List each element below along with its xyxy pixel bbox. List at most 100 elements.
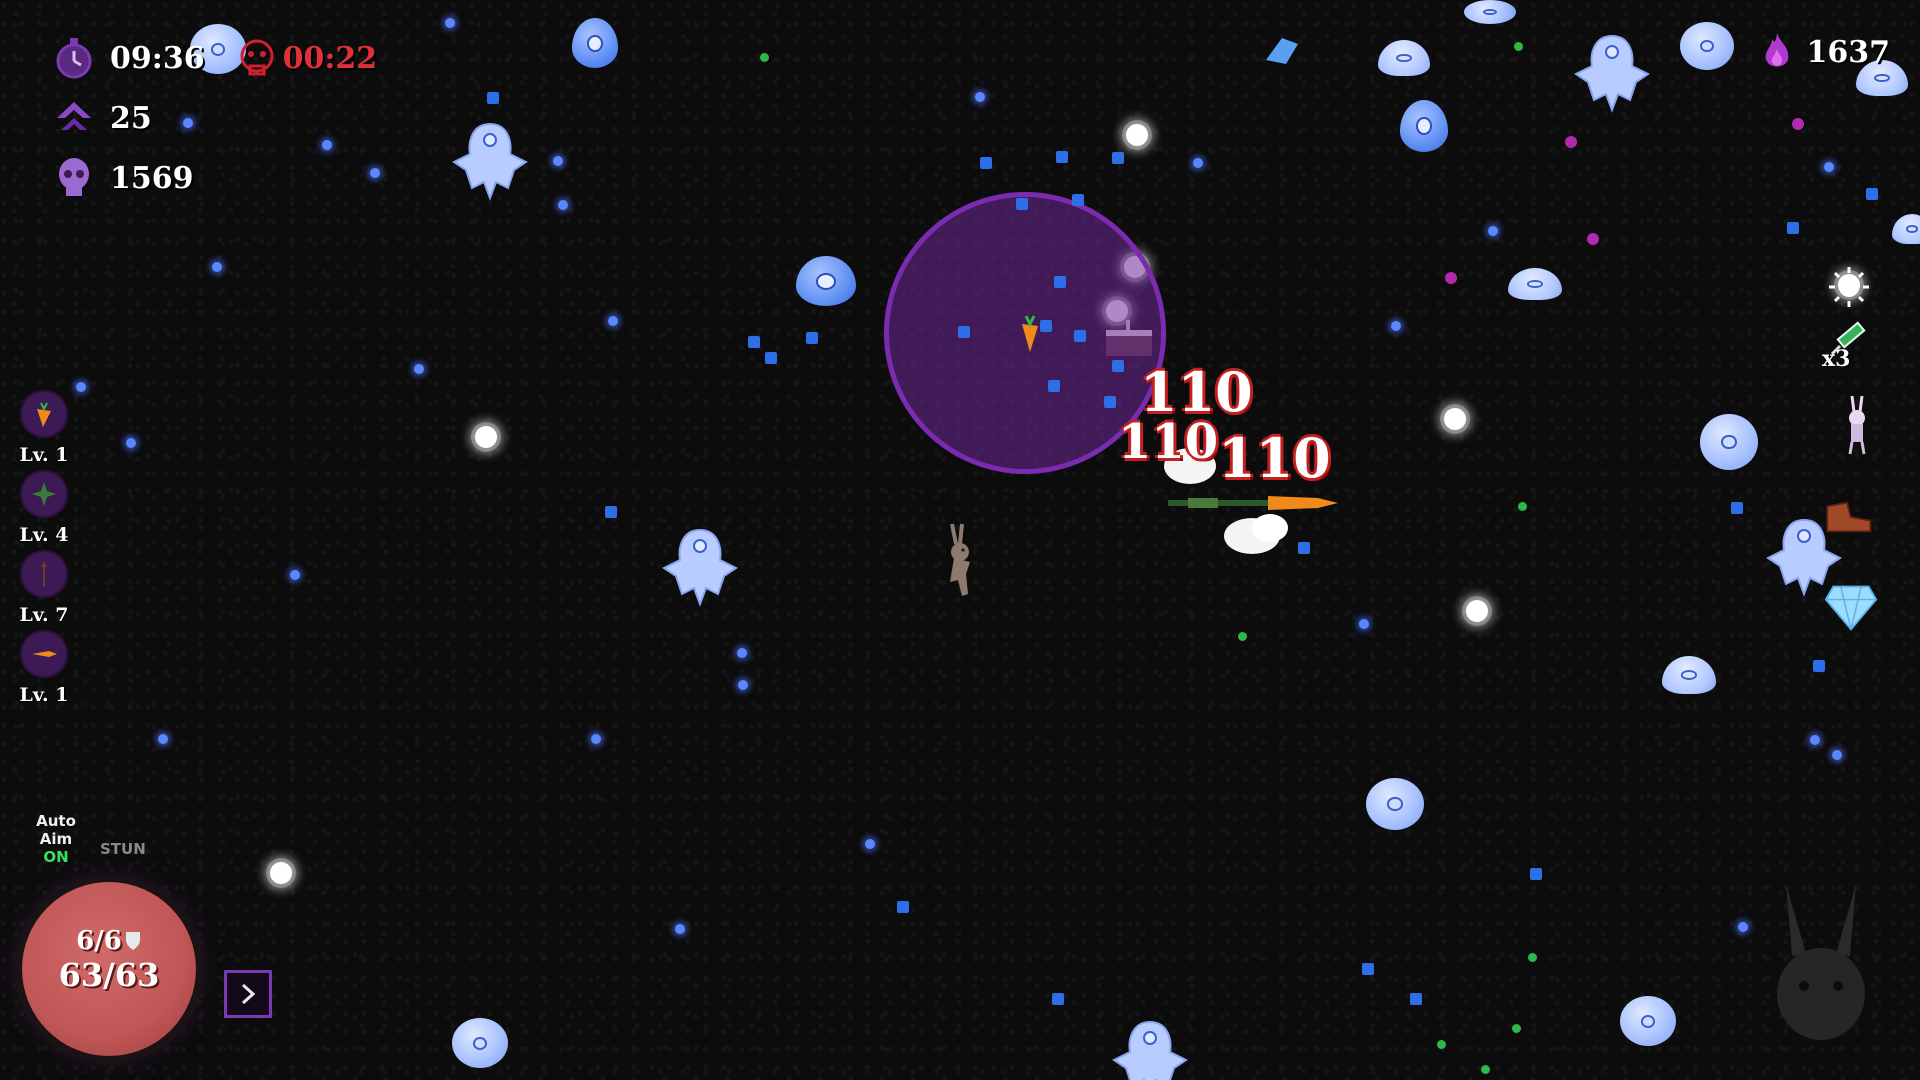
- weapon-level: Lv. 7: [19, 604, 69, 626]
- weapon-slot-1: Lv. 1: [18, 390, 70, 466]
- eye-enemy: [1680, 22, 1734, 70]
- crescent-projectile: [1121, 498, 1136, 523]
- game-viewport: 110 110 110 09:36 00:22 25 1569 1637 Lv.…: [0, 0, 1920, 1080]
- spark: [290, 570, 300, 580]
- xp-gem: [980, 157, 992, 169]
- spark: [1810, 735, 1820, 745]
- health-orb: 6/6 63/63: [22, 882, 196, 1056]
- xp-gem: [1362, 963, 1374, 975]
- xp-gem: [1112, 152, 1124, 164]
- xp-gem-small: [1437, 1040, 1446, 1049]
- xp-gem: [806, 332, 818, 344]
- purple-flame-icon: [1755, 30, 1799, 74]
- spark: [183, 118, 193, 128]
- ghost-enemy: [452, 122, 528, 201]
- xp-gem-small: [1518, 502, 1527, 511]
- spark: [445, 18, 455, 28]
- danger-timer: 00:22: [282, 40, 378, 76]
- spark: [370, 168, 380, 178]
- spark: [737, 648, 747, 658]
- auto-aim-toggle[interactable]: Auto Aim ON: [26, 812, 86, 866]
- xp-gem: [1054, 276, 1066, 288]
- diamond-icon: [1824, 580, 1878, 634]
- drop-enemy: [1400, 100, 1448, 152]
- xp-gem: [1530, 868, 1542, 880]
- eye-enemy: [1464, 0, 1516, 24]
- carrot-orbital: [1022, 315, 1038, 352]
- leaf-cross-icon: [20, 470, 68, 518]
- auto-aim-label: Auto: [36, 812, 76, 830]
- spark: [126, 438, 136, 448]
- sun-icon: [1822, 260, 1876, 314]
- xp-gem: [1048, 380, 1060, 392]
- xp-gem: [1813, 660, 1825, 672]
- drop-enemy: [796, 256, 856, 306]
- spark: [975, 92, 985, 102]
- game-timer: 09:36: [110, 40, 205, 76]
- level-row: 25: [52, 96, 152, 140]
- xp-gem: [487, 92, 499, 104]
- xp-gem: [1016, 198, 1028, 210]
- light-burst: [1466, 600, 1488, 622]
- player-rabbit: [950, 523, 970, 596]
- xp-gem-small: [1512, 1024, 1521, 1033]
- hp-value: 63/63: [58, 956, 160, 994]
- shard-enemy: [1266, 38, 1298, 64]
- chevron-right-icon: [241, 983, 256, 1005]
- smoke-cloud: [1224, 514, 1288, 554]
- spark: [212, 262, 222, 272]
- armor-value: 6/6: [76, 926, 122, 956]
- item-stack-count: x3: [1822, 346, 1851, 372]
- slime-enemy: [1662, 656, 1716, 694]
- rabbit-portrait-icon: [1777, 884, 1865, 1040]
- xp-gem: [765, 352, 777, 364]
- xp-gem: [1787, 222, 1799, 234]
- expand-button[interactable]: [224, 970, 272, 1018]
- eye-enemy: [1620, 996, 1676, 1046]
- spark: [1824, 162, 1834, 172]
- xp-gem-small: [1514, 42, 1523, 51]
- light-burst: [1444, 408, 1466, 430]
- danger-skull-icon: [235, 36, 279, 80]
- xp-gem: [1112, 360, 1124, 372]
- soul-gem: [1587, 233, 1599, 245]
- currency-amount: 1637: [1806, 34, 1891, 70]
- boot-icon: [1820, 490, 1874, 544]
- bunny-figure-icon: [1830, 395, 1884, 455]
- spark: [1832, 750, 1842, 760]
- xp-gem-small: [760, 53, 769, 62]
- weapon-level: Lv. 1: [19, 684, 69, 706]
- xp-gem: [1052, 993, 1064, 1005]
- auto-aim-label: Aim: [39, 830, 73, 848]
- weapon-slot-2: Lv. 4: [18, 470, 70, 546]
- xp-gem: [958, 326, 970, 338]
- spark: [1391, 321, 1401, 331]
- spark: [608, 316, 618, 326]
- xp-gem-small: [1481, 1065, 1490, 1074]
- auto-aim-state: ON: [43, 848, 69, 866]
- xp-gem: [605, 506, 617, 518]
- soul-gem: [1792, 118, 1804, 130]
- carrot-bolt-icon: [20, 630, 68, 678]
- eye-enemy: [1700, 414, 1758, 470]
- xp-gem: [1104, 396, 1116, 408]
- spark: [158, 734, 168, 744]
- xp-gem: [1074, 330, 1086, 342]
- xp-gem: [748, 336, 760, 348]
- spark: [553, 156, 563, 166]
- carrot-icon: [20, 390, 68, 438]
- light-burst: [270, 862, 292, 884]
- xp-gem: [1056, 151, 1068, 163]
- spark: [558, 200, 568, 210]
- spark: [414, 364, 424, 374]
- xp-gem: [1072, 194, 1084, 206]
- kill-count: 1569: [110, 160, 194, 196]
- xp-gem: [1298, 542, 1310, 554]
- ghost-enemy: [662, 528, 738, 607]
- xp-gem: [1731, 502, 1743, 514]
- soul-gem: [1445, 272, 1457, 284]
- shield-icon: [125, 932, 140, 950]
- spark: [76, 382, 86, 392]
- spark: [1193, 158, 1203, 168]
- soul-gem: [1565, 136, 1577, 148]
